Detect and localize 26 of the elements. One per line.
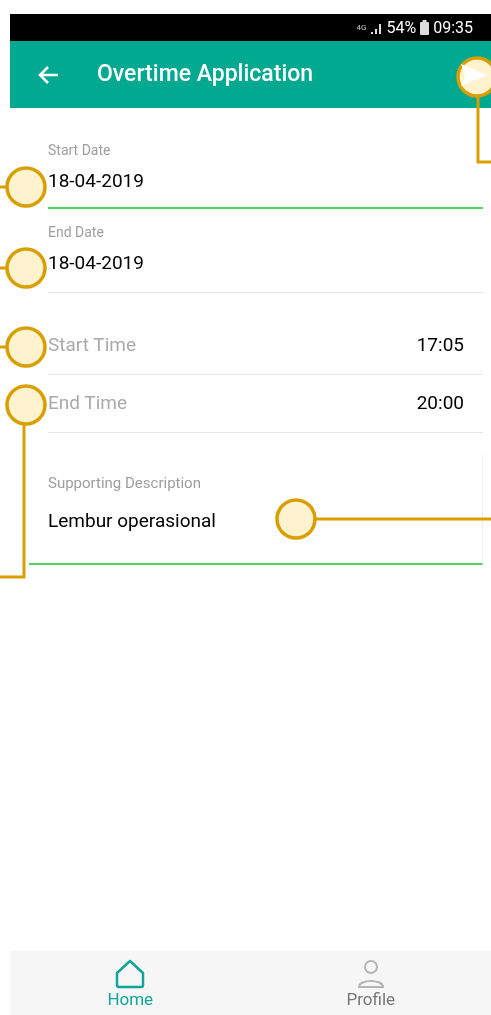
date-field[interactable]: Start Date 18-04-2019: [48, 108, 483, 209]
date-field[interactable]: End Date 18-04-2019: [48, 209, 483, 293]
field-label: End Date: [48, 223, 104, 241]
screen-title: Overtime Application: [97, 59, 315, 90]
callout-marker: [0, 326, 47, 368]
battery-icon: [420, 20, 430, 35]
home-icon: [114, 959, 147, 989]
clock: 09:35: [433, 16, 473, 39]
field-value: Lembur operasional: [48, 508, 216, 534]
field-label: Start Time: [48, 332, 136, 359]
signal-icon: [370, 21, 383, 34]
network-label: 4G: [356, 23, 367, 32]
callout-marker: [0, 166, 47, 208]
callout-marker: [0, 247, 47, 289]
nav-tab[interactable]: Profile: [250, 951, 491, 1015]
field-value: 18-04-2019: [48, 168, 144, 194]
field-label: Supporting Description: [48, 473, 201, 493]
field-value: 17:05: [416, 332, 464, 359]
field-value: 18-04-2019: [48, 250, 144, 276]
field-label: End Time: [48, 390, 128, 417]
field-value: 20:00: [416, 390, 464, 417]
battery-percent: 54%: [386, 16, 417, 39]
field-label: Start Date: [48, 141, 111, 159]
time-field[interactable]: Start Time 17:05: [48, 293, 483, 375]
send-button[interactable]: [459, 61, 489, 88]
time-field[interactable]: End Time 20:00: [48, 375, 483, 433]
